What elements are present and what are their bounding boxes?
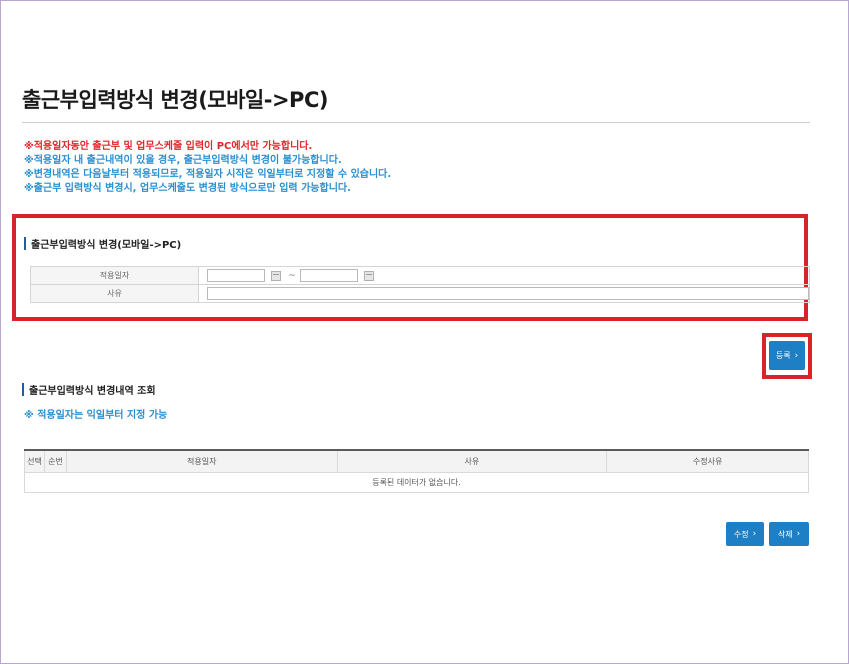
delete-button-label: 삭제 bbox=[777, 529, 793, 539]
reason-field bbox=[198, 284, 810, 303]
date-range-field: ~ bbox=[198, 266, 810, 285]
empty-table-message: 등록된 데이터가 없습니다. bbox=[24, 471, 809, 493]
column-header-date[interactable]: 적용일자 bbox=[65, 450, 338, 473]
calendar-icon[interactable] bbox=[270, 270, 281, 281]
section-heading-change: 출근부입력방식 변경(모바일->PC) bbox=[24, 236, 181, 251]
history-table: 선택 순번 적용일자 사유 수정사유 등록된 데이터가 없습니다. bbox=[24, 449, 809, 493]
date-label: 적용일자 bbox=[30, 266, 199, 285]
chevron-right-icon: › bbox=[796, 529, 801, 539]
notice-list: ※적용일자동안 출근부 및 업무스케줄 입력이 PC에서만 가능합니다. ※적용… bbox=[24, 140, 391, 196]
change-form-table: 적용일자 ~ 사유 bbox=[30, 266, 810, 303]
delete-button[interactable]: 삭제 › bbox=[769, 522, 809, 546]
calendar-icon[interactable] bbox=[363, 270, 374, 281]
register-button-label: 등록 bbox=[775, 351, 791, 360]
page-title: 출근부입력방식 변경(모바일->PC) bbox=[22, 88, 328, 112]
column-header-number[interactable]: 순번 bbox=[43, 450, 67, 473]
reason-input[interactable] bbox=[207, 287, 809, 300]
chevron-right-icon: › bbox=[752, 529, 757, 539]
section-heading-change-text: 출근부입력방식 변경(모바일->PC) bbox=[31, 240, 182, 251]
notice-existing-record: ※적용일자 내 출근내역이 있을 경우, 출근부입력방식 변경이 불가능합니다. bbox=[24, 155, 342, 166]
edit-button[interactable]: 수정 › bbox=[726, 522, 764, 546]
reason-label: 사유 bbox=[30, 284, 199, 303]
table-row: 등록된 데이터가 없습니다. bbox=[24, 471, 809, 493]
change-method-section: 출근부입력방식 변경(모바일->PC) 적용일자 ~ 사유 bbox=[12, 214, 810, 321]
notice-pc-only: ※적용일자동안 출근부 및 업무스케줄 입력이 PC에서만 가능합니다. bbox=[24, 141, 313, 152]
form-row-reason: 사유 bbox=[30, 284, 810, 303]
title-divider bbox=[22, 122, 810, 123]
section-heading-history: 출근부입력방식 변경내역 조회 bbox=[22, 382, 156, 397]
heading-bar bbox=[22, 383, 24, 396]
chevron-right-icon: › bbox=[794, 350, 799, 361]
column-header-reason[interactable]: 사유 bbox=[336, 450, 608, 473]
register-button[interactable]: 등록 › bbox=[769, 341, 805, 370]
date-separator: ~ bbox=[288, 270, 296, 281]
start-date-input[interactable] bbox=[207, 269, 265, 282]
column-header-edit-reason[interactable]: 수정사유 bbox=[606, 450, 809, 473]
history-note: ※ 적용일자는 익일부터 지정 가능 bbox=[24, 410, 168, 421]
section-heading-history-text: 출근부입력방식 변경내역 조회 bbox=[29, 386, 156, 397]
notice-next-day: ※변경내역은 다음날부터 적용되므로, 적용일자 시작은 익일부터로 지정할 수… bbox=[24, 169, 392, 180]
end-date-input[interactable] bbox=[300, 269, 359, 282]
column-header-select[interactable]: 선택 bbox=[24, 450, 45, 473]
heading-bar bbox=[24, 237, 26, 250]
edit-button-label: 수정 bbox=[733, 529, 749, 539]
form-row-date: 적용일자 ~ bbox=[30, 266, 810, 285]
notice-schedule-method: ※출근부 입력방식 변경시, 업무스케줄도 변경된 방식으로만 입력 가능합니다… bbox=[24, 183, 351, 194]
table-header-row: 선택 순번 적용일자 사유 수정사유 bbox=[24, 450, 809, 473]
